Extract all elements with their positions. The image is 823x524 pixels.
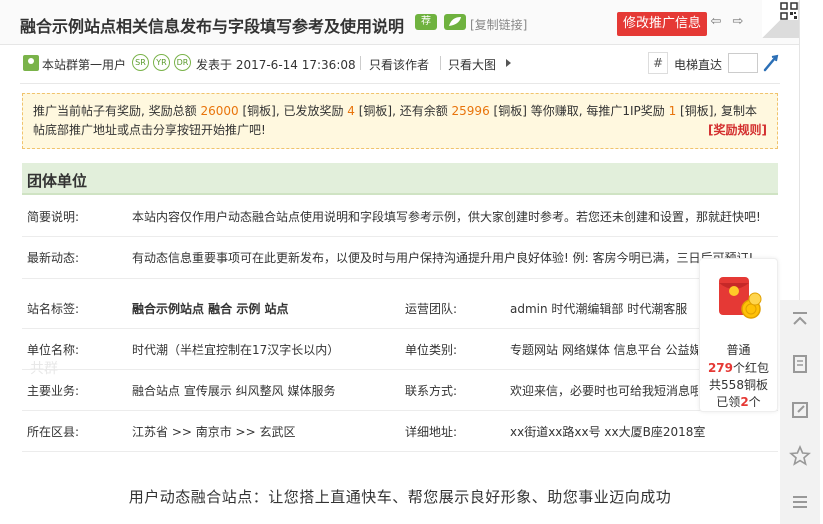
medal-sr-icon: SR (132, 54, 149, 71)
reward-balance: 25996 (451, 104, 490, 118)
field-label: 单位名称: (27, 343, 80, 357)
edit-promotion-button[interactable]: 修改推广信息 (617, 12, 708, 36)
thread-title: 融合示例站点相关信息发布与字段填写参考及使用说明 (20, 17, 405, 36)
field-value: xx街道xx路xx号 xx大厦B座2018室 (510, 425, 706, 439)
red-packet-count: 279个红包 (707, 361, 770, 375)
section-title: 团体单位 (27, 172, 88, 190)
field-label: 主要业务: (27, 384, 80, 398)
next-thread-icon[interactable]: ⇨ (730, 14, 746, 30)
reply-button[interactable] (780, 390, 820, 430)
caret-right-icon (506, 59, 511, 67)
menu-icon (793, 496, 807, 508)
divider (360, 56, 361, 70)
header-divider (20, 83, 780, 84)
info-row: 站名标签: 融合示例站点 融合 示例 站点 运营团队: admin 时代潮编辑部… (22, 288, 778, 329)
field-value: 融合站点 宣传展示 纠风整风 媒体服务 (132, 384, 336, 398)
go-floor-icon[interactable] (763, 54, 779, 72)
red-packet-total: 共558铜板 (709, 378, 768, 392)
divider (440, 56, 441, 70)
medal-dr-icon: DR (174, 54, 191, 71)
elevator-label: 电梯直达 (674, 58, 723, 72)
reward-total: 26000 (200, 104, 239, 118)
user-icon (23, 55, 39, 71)
info-row: 所在区县: 江苏省 >> 南京市 >> 玄武区 详细地址: xx街道xx路xx号… (22, 411, 778, 452)
reward-text: [铜板], 还有余额 (354, 104, 452, 118)
field-label: 站名标签: (27, 302, 80, 316)
field-label: 运营团队: (405, 302, 458, 316)
field-value: 时代潮（半栏宜控制在17汉字长以内） (132, 343, 340, 357)
info-row: 单位名称: 时代潮（半栏宜控制在17汉字长以内） 单位类别: 专题网站 网络媒体… (22, 329, 778, 370)
edit-icon (792, 402, 808, 418)
floating-toolbar (780, 300, 820, 524)
favorite-button[interactable] (780, 436, 820, 476)
post-time: 发表于 2017-6-14 17:36:08 (196, 58, 356, 72)
field-label: 简要说明: (27, 210, 80, 224)
red-packet-kind: 普通 (726, 343, 751, 357)
back-to-top-icon (793, 312, 807, 325)
red-packet-claimed: 已领2个 (716, 395, 761, 409)
info-row: 简要说明: 本站内容仅作用户动态融合站点使用说明和字段填写参考示例，供大家创建时… (22, 197, 778, 237)
only-big-image-link[interactable]: 只看大图 (448, 56, 496, 73)
field-value: 融合示例站点 融合 示例 站点 (132, 302, 289, 316)
field-value: 专题网站 网络媒体 信息平台 公益媒体 (510, 343, 698, 357)
back-to-top-button[interactable] (780, 300, 820, 340)
author-row: 本站群第一用户 SR YR DR 发表于 2017-6-14 17:36:08 … (20, 52, 780, 74)
field-value: 有动态信息重要事项可在此更新发布，以便及时与用户保持沟通提升用户良好体验! 例:… (132, 251, 754, 265)
only-author-link[interactable]: 只看该作者 (369, 56, 429, 73)
reward-text: [铜板], 已发放奖励 (238, 104, 348, 118)
footer-slogan: 用户动态融合站点：让您搭上直通快车、帮您展示良好形象、助您事业迈向成功 (128, 488, 672, 506)
author-name-link[interactable]: 本站群第一用户 (42, 56, 126, 73)
thread-titlebar: 融合示例站点相关信息发布与字段填写参考及使用说明 荐 [复制链接] 修改推广信息… (0, 0, 800, 45)
medal-yr-icon: YR (153, 54, 170, 71)
leaf-badge-icon (444, 14, 466, 30)
field-value: 江苏省 >> 南京市 >> 玄武区 (132, 425, 296, 439)
field-label: 联系方式: (405, 384, 458, 398)
prev-thread-icon[interactable]: ⇦ (708, 14, 724, 30)
field-label: 单位类别: (405, 343, 458, 357)
floor-input[interactable] (728, 53, 758, 73)
permalink-button[interactable]: # (648, 52, 668, 74)
star-icon (789, 445, 811, 466)
field-label: 详细地址: (405, 425, 458, 439)
field-value: 本站内容仅作用户动态融合站点使用说明和字段填写参考示例，供大家创建时参考。若您还… (132, 210, 761, 224)
qr-code-icon[interactable] (762, 0, 800, 38)
article-button[interactable] (780, 344, 820, 384)
reward-rules-link[interactable]: [奖励规则] (708, 121, 767, 140)
section-header: 团体单位 (22, 163, 778, 195)
reward-text: 推广当前帖子有奖励, 奖励总额 (33, 104, 201, 118)
menu-button[interactable] (780, 482, 820, 522)
field-value: admin 时代潮编辑部 时代潮客服 (510, 302, 688, 316)
recommend-badge: 荐 (415, 14, 437, 30)
field-value: 欢迎来信，必要时也可给我短消息哦! (510, 384, 698, 398)
copy-link-button[interactable]: [复制链接] (470, 16, 527, 33)
reward-sent: 4 (347, 104, 355, 118)
red-packet-icon (719, 277, 762, 319)
info-row: 最新动态: 有动态信息重要事项可在此更新发布，以便及时与用户保持沟通提升用户良好… (22, 237, 778, 279)
red-packet-widget[interactable]: 普通 279个红包 共558铜板 已领2个 (699, 258, 778, 412)
reward-text: [铜板] 等你赚取, 每推广1IP奖励 (489, 104, 669, 118)
field-label: 所在区县: (27, 425, 80, 439)
document-icon (793, 355, 807, 373)
field-label: 最新动态: (27, 251, 80, 265)
promotion-reward-notice: 推广当前帖子有奖励, 奖励总额 26000 [铜板], 已发放奖励 4 [铜板]… (22, 93, 778, 149)
info-row: 主要业务: 融合站点 宣传展示 纠风整风 媒体服务 联系方式: 欢迎来信，必要时… (22, 370, 778, 411)
